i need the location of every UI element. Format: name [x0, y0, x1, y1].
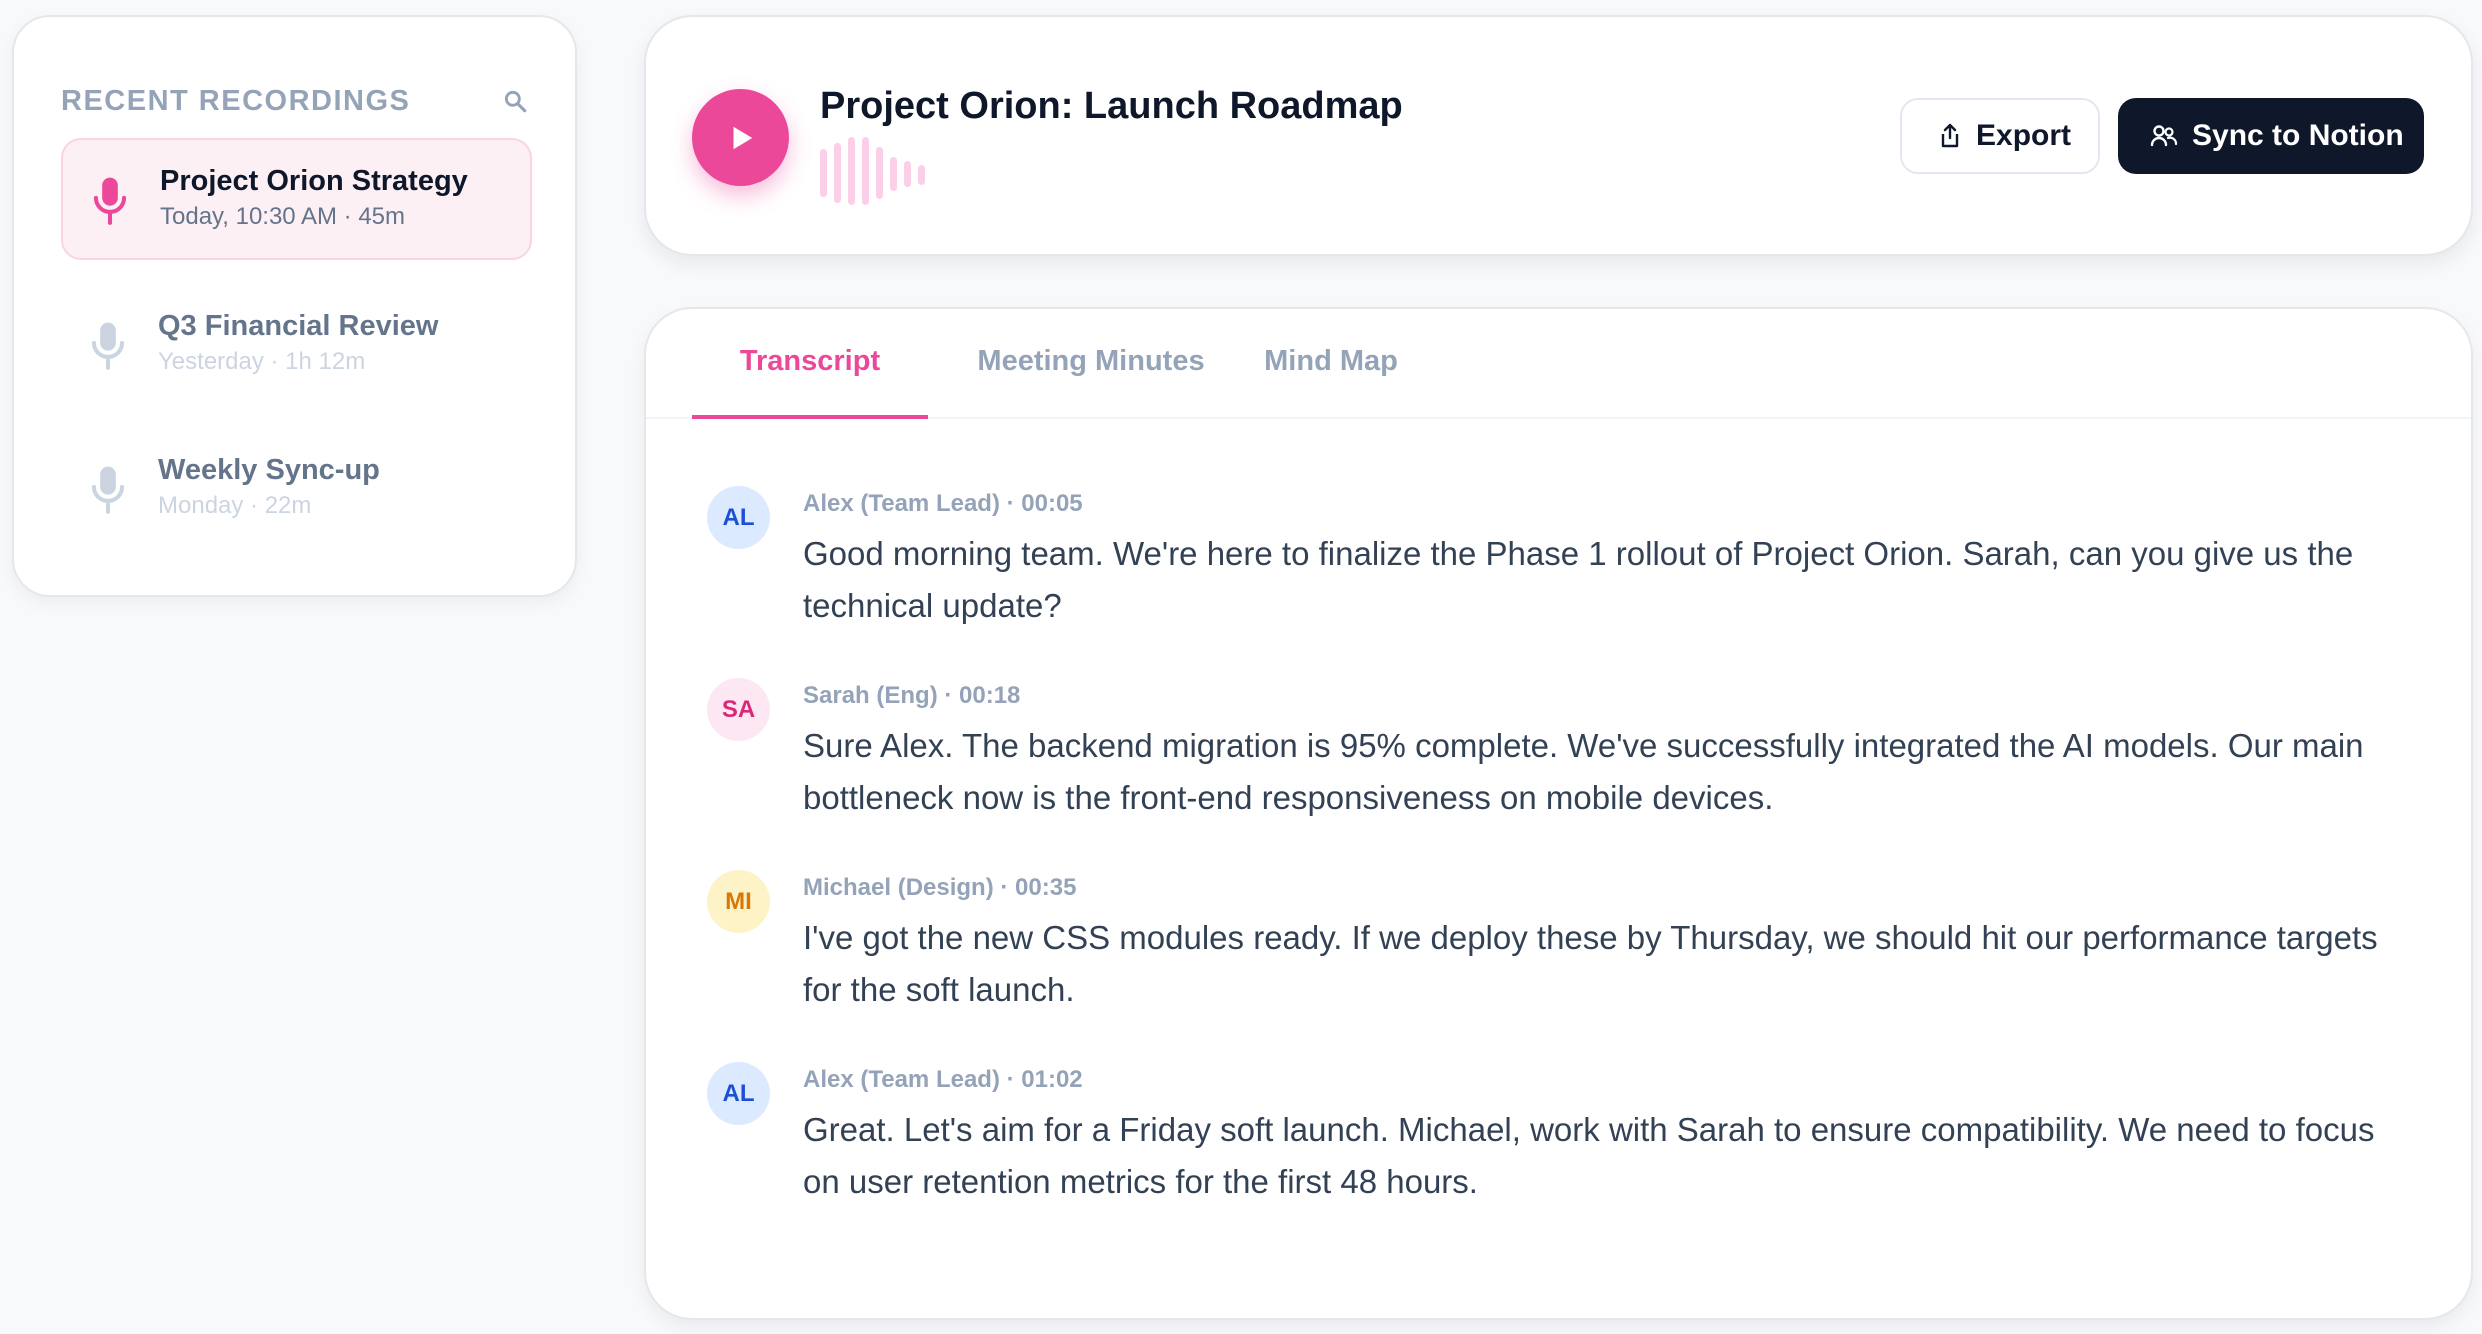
- sync-to-notion-button[interactable]: Sync to Notion: [2118, 98, 2424, 174]
- speaker-timestamp: Sarah (Eng) · 00:18: [803, 682, 1021, 709]
- tab-meeting-minutes[interactable]: Meeting Minutes: [956, 345, 1226, 419]
- transcript-text: Sure Alex. The backend migration is 95% …: [803, 727, 2364, 816]
- recording-title: Weekly Sync-up: [158, 454, 380, 486]
- search-icon[interactable]: [502, 88, 528, 114]
- content-card: Transcript Meeting Minutes Mind Map AL A…: [644, 307, 2473, 1320]
- recording-meta: Today, 10:30 AM · 45m: [160, 203, 406, 230]
- play-button[interactable]: [692, 89, 789, 186]
- app-root: RECENT RECORDINGS Project Orion Strategy…: [0, 0, 2482, 1334]
- recording-title-heading: Project Orion: Launch Roadmap: [820, 85, 1403, 127]
- recording-title: Project Orion Strategy: [160, 165, 468, 197]
- recordings-sidebar: RECENT RECORDINGS Project Orion Strategy…: [12, 15, 577, 597]
- recording-title: Q3 Financial Review: [158, 310, 439, 342]
- speaker-timestamp: Alex (Team Lead) · 01:02: [803, 1066, 1083, 1093]
- play-icon: [733, 126, 752, 149]
- sidebar-title: RECENT RECORDINGS: [61, 85, 411, 117]
- share-icon: [1941, 123, 1959, 148]
- export-button[interactable]: Export: [1900, 98, 2100, 174]
- recording-item-weekly-sync[interactable]: Weekly Sync-up Monday · 22m: [61, 429, 532, 551]
- sidebar-header: RECENT RECORDINGS: [61, 81, 528, 121]
- speaker-timestamp: Michael (Design) · 00:35: [803, 874, 1077, 901]
- tab-bar: Transcript Meeting Minutes Mind Map: [646, 309, 2471, 419]
- player-card: Project Orion: Launch Roadmap Export Syn…: [644, 15, 2473, 256]
- users-icon: [2150, 125, 2178, 147]
- recording-item-q3-financial[interactable]: Q3 Financial Review Yesterday · 1h 12m: [61, 285, 532, 407]
- microphone-icon: [91, 466, 125, 514]
- microphone-icon: [91, 322, 125, 370]
- transcript-text: Good morning team. We're here to finaliz…: [803, 535, 2354, 624]
- transcript-text: I've got the new CSS modules ready. If w…: [803, 919, 2378, 1008]
- microphone-icon: [93, 177, 127, 225]
- transcript-text: Great. Let's aim for a Friday soft launc…: [803, 1111, 2375, 1200]
- export-label: Export: [1976, 119, 2072, 152]
- avatar: AL: [707, 1062, 770, 1125]
- recording-meta: Yesterday · 1h 12m: [158, 348, 366, 375]
- recording-meta: Monday · 22m: [158, 492, 312, 519]
- avatar: AL: [707, 486, 770, 549]
- avatar: MI: [707, 870, 770, 933]
- recording-item-project-orion[interactable]: Project Orion Strategy Today, 10:30 AM ·…: [61, 138, 532, 260]
- speaker-timestamp: Alex (Team Lead) · 00:05: [803, 490, 1083, 517]
- tab-transcript[interactable]: Transcript: [692, 345, 928, 419]
- waveform[interactable]: [820, 135, 940, 205]
- avatar: SA: [707, 678, 770, 741]
- sync-label: Sync to Notion: [2192, 119, 2404, 152]
- tab-mind-map[interactable]: Mind Map: [1246, 345, 1416, 419]
